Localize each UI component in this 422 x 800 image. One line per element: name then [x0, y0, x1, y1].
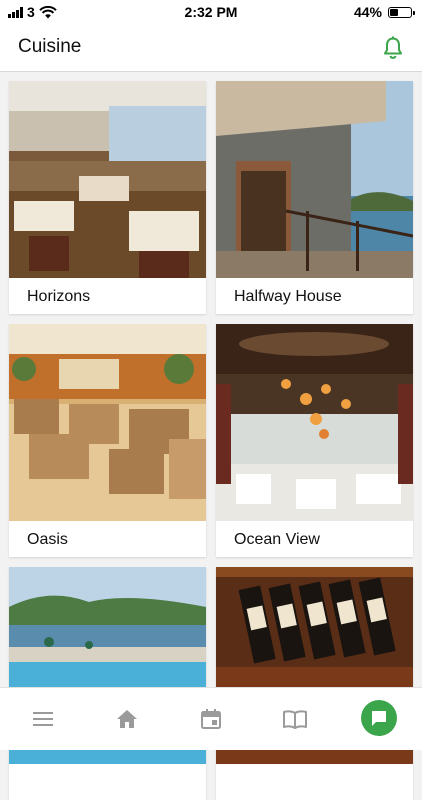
- tab-calendar[interactable]: [196, 704, 226, 734]
- restaurant-card-horizons[interactable]: Horizons: [9, 81, 206, 314]
- bell-icon[interactable]: [382, 36, 404, 60]
- tab-home[interactable]: [112, 704, 142, 734]
- restaurant-photo: [9, 324, 206, 521]
- battery-percent: 44%: [353, 4, 382, 20]
- tab-bar: [0, 687, 422, 750]
- restaurant-name: Oasis: [27, 531, 68, 548]
- calendar-icon: [201, 709, 221, 729]
- tab-book[interactable]: [280, 704, 310, 734]
- status-bar: 3 2:32 PM 44%: [0, 0, 422, 24]
- page-title: Cuisine: [18, 36, 82, 57]
- restaurant-name: Halfway House: [234, 288, 342, 305]
- menu-icon: [33, 712, 53, 726]
- tab-menu[interactable]: [28, 704, 58, 734]
- restaurant-name: [9, 764, 206, 800]
- chat-icon: [372, 711, 386, 726]
- restaurant-card-halfway-house[interactable]: Halfway House: [216, 81, 413, 314]
- restaurant-name: Horizons: [27, 288, 91, 305]
- restaurant-name: Ocean View: [234, 531, 320, 548]
- restaurant-photo: [216, 81, 413, 278]
- restaurant-card-ocean-view[interactable]: Ocean View: [216, 324, 413, 557]
- restaurant-name: [216, 764, 413, 800]
- restaurant-card-5[interactable]: [9, 567, 206, 800]
- restaurant-card-oasis[interactable]: Oasis: [9, 324, 206, 557]
- battery-icon: [388, 6, 415, 18]
- home-icon: [117, 710, 137, 728]
- battery-status: 44%: [353, 4, 415, 20]
- app-header: Cuisine: [0, 24, 422, 72]
- book-icon: [283, 710, 307, 729]
- restaurant-photo: [9, 81, 206, 278]
- restaurant-card-6[interactable]: [216, 567, 413, 800]
- tab-chat[interactable]: [361, 700, 397, 736]
- restaurant-photo: [216, 324, 413, 521]
